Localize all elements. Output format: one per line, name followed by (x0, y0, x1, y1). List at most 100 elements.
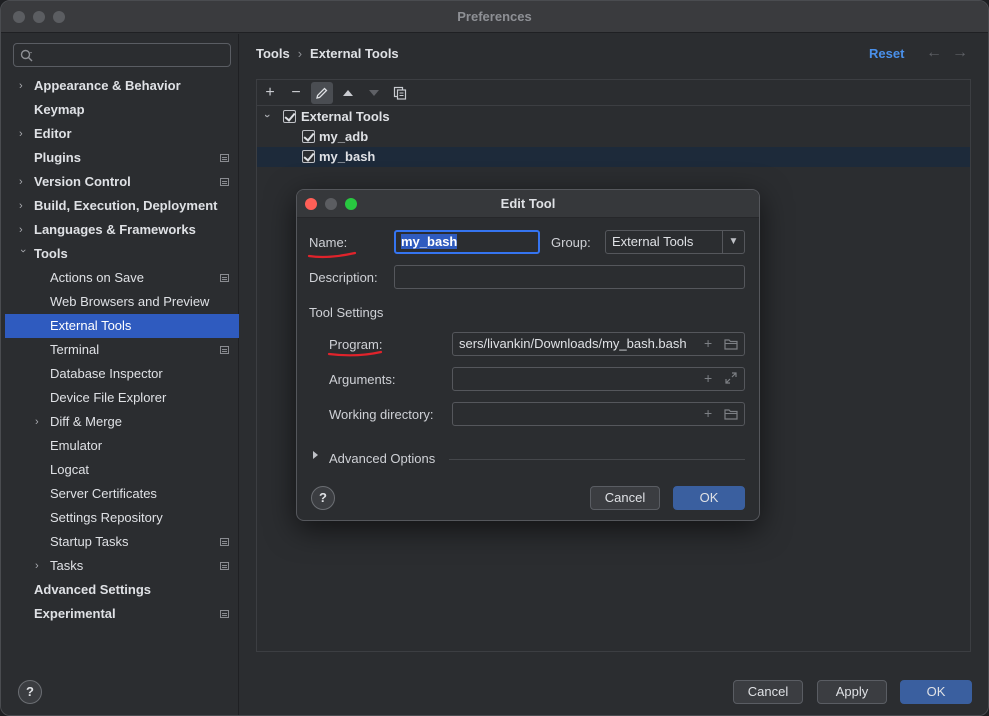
tree-item-my-bash[interactable]: my_bash (257, 147, 970, 167)
group-select[interactable]: External Tools ▼ (605, 230, 745, 254)
sidebar-item-database-inspector[interactable]: Database Inspector (5, 362, 239, 386)
sidebar-item-languages-frameworks[interactable]: › Languages & Frameworks (5, 218, 239, 242)
sidebar-item-tasks[interactable]: › Tasks (5, 554, 239, 578)
working-directory-label: Working directory: (329, 407, 434, 422)
sidebar-item-tools[interactable]: › Tools (5, 242, 239, 266)
insert-macro-icon[interactable]: + (704, 405, 712, 421)
copy-icon[interactable] (389, 82, 411, 104)
tool-checkbox[interactable] (302, 150, 315, 163)
chevron-right-icon: › (35, 416, 39, 428)
chevron-right-icon: › (19, 128, 23, 140)
sidebar-item-label: Languages & Frameworks (34, 222, 196, 237)
tree-group-external-tools[interactable]: › External Tools (257, 107, 970, 127)
sidebar-item-actions-on-save[interactable]: Actions on Save (5, 266, 239, 290)
dialog-ok-button[interactable]: OK (673, 486, 745, 510)
title-bar: Preferences (1, 1, 988, 33)
arguments-field[interactable] (452, 367, 745, 391)
expand-icon[interactable] (725, 372, 737, 384)
apply-button[interactable]: Apply (817, 680, 887, 704)
remove-icon[interactable]: − (285, 82, 307, 104)
tool-checkbox[interactable] (302, 130, 315, 143)
folder-icon[interactable] (724, 408, 738, 420)
sidebar-item-emulator[interactable]: Emulator (5, 434, 239, 458)
reset-link[interactable]: Reset (869, 46, 904, 61)
edit-icon[interactable] (311, 82, 333, 104)
tool-settings-heading: Tool Settings (309, 305, 384, 320)
sidebar-item-logcat[interactable]: Logcat (5, 458, 239, 482)
chevron-right-icon: › (19, 80, 23, 92)
cancel-button[interactable]: Cancel (733, 680, 803, 704)
sidebar-item-label: Device File Explorer (50, 390, 167, 405)
chevron-right-icon: › (19, 176, 23, 188)
name-field[interactable]: my_bash (394, 230, 540, 254)
footer-bar: ? Cancel Apply OK (18, 674, 988, 715)
help-button[interactable]: ? (18, 680, 42, 704)
back-arrow-icon[interactable]: ← (926, 44, 942, 62)
sidebar-item-version-control[interactable]: › Version Control (5, 170, 239, 194)
sidebar-item-advanced-settings[interactable]: Advanced Settings (5, 578, 239, 602)
search-icon (20, 49, 33, 62)
dialog-cancel-button[interactable]: Cancel (590, 486, 660, 510)
chevron-down-icon[interactable]: ▼ (722, 231, 744, 253)
breadcrumb-parent[interactable]: Tools (256, 46, 290, 61)
project-settings-icon (220, 346, 229, 354)
sidebar-item-label: Keymap (34, 102, 85, 117)
sidebar-item-appearance-behavior[interactable]: › Appearance & Behavior (5, 74, 239, 98)
chevron-right-icon: › (35, 560, 39, 572)
forward-arrow-icon[interactable]: → (952, 44, 968, 62)
sidebar-item-web-browsers[interactable]: Web Browsers and Preview (5, 290, 239, 314)
dialog-help-button[interactable]: ? (311, 486, 335, 510)
sidebar-item-label: Tools (34, 246, 68, 261)
folder-icon[interactable] (724, 338, 738, 350)
working-directory-field[interactable] (452, 402, 745, 426)
sidebar-item-editor[interactable]: › Editor (5, 122, 239, 146)
name-value: my_bash (401, 234, 458, 249)
tree-item-label: my_adb (319, 129, 369, 144)
sidebar-item-label: Appearance & Behavior (34, 78, 181, 93)
sidebar-item-diff-merge[interactable]: › Diff & Merge (5, 410, 239, 434)
sidebar-item-experimental[interactable]: Experimental (5, 602, 239, 626)
sidebar-item-label: Experimental (34, 606, 116, 621)
settings-sidebar: › Appearance & Behavior Keymap › Editor … (1, 34, 239, 715)
chevron-down-icon[interactable]: › (257, 114, 277, 118)
sidebar-item-label: Settings Repository (50, 510, 163, 525)
ok-button[interactable]: OK (900, 680, 972, 704)
insert-macro-icon[interactable]: + (704, 370, 712, 386)
advanced-options-toggle[interactable]: Advanced Options (309, 448, 749, 468)
project-settings-icon (220, 274, 229, 282)
sidebar-item-server-certificates[interactable]: Server Certificates (5, 482, 239, 506)
add-icon[interactable]: + (259, 82, 281, 104)
sidebar-item-external-tools[interactable]: External Tools (5, 314, 239, 338)
sidebar-item-label: Logcat (50, 462, 90, 477)
tree-item-my-adb[interactable]: my_adb (257, 127, 970, 147)
divider (449, 459, 745, 460)
description-field[interactable] (394, 265, 745, 289)
annotation-underline (307, 251, 357, 259)
sidebar-item-label: Server Certificates (50, 486, 157, 501)
move-up-icon[interactable] (337, 82, 359, 104)
sidebar-item-startup-tasks[interactable]: Startup Tasks (5, 530, 239, 554)
arguments-label: Arguments: (329, 372, 396, 387)
sidebar-item-terminal[interactable]: Terminal (5, 338, 239, 362)
dialog-title: Edit Tool (500, 196, 556, 211)
program-field[interactable]: sers/livankin/Downloads/my_bash.bash (452, 332, 745, 356)
edit-tool-dialog: Edit Tool Name: my_bash Group: External … (296, 189, 760, 521)
chevron-right-icon: › (19, 224, 23, 236)
sidebar-item-device-file-explorer[interactable]: Device File Explorer (5, 386, 239, 410)
sidebar-item-label: Diff & Merge (50, 414, 123, 429)
group-label: Group: (551, 235, 591, 250)
sidebar-item-label: Version Control (34, 174, 131, 189)
project-settings-icon (220, 610, 229, 618)
search-input[interactable] (13, 43, 231, 67)
sidebar-item-build-execution-deployment[interactable]: › Build, Execution, Deployment (5, 194, 239, 218)
group-checkbox[interactable] (283, 110, 296, 123)
project-settings-icon (220, 178, 229, 186)
insert-macro-icon[interactable]: + (704, 335, 712, 351)
name-label: Name: (309, 235, 348, 250)
sidebar-item-settings-repository[interactable]: Settings Repository (5, 506, 239, 530)
sidebar-item-label: Emulator (50, 438, 103, 453)
project-settings-icon (220, 154, 229, 162)
sidebar-item-plugins[interactable]: Plugins (5, 146, 239, 170)
sidebar-item-keymap[interactable]: Keymap (5, 98, 239, 122)
move-down-icon (363, 82, 385, 104)
